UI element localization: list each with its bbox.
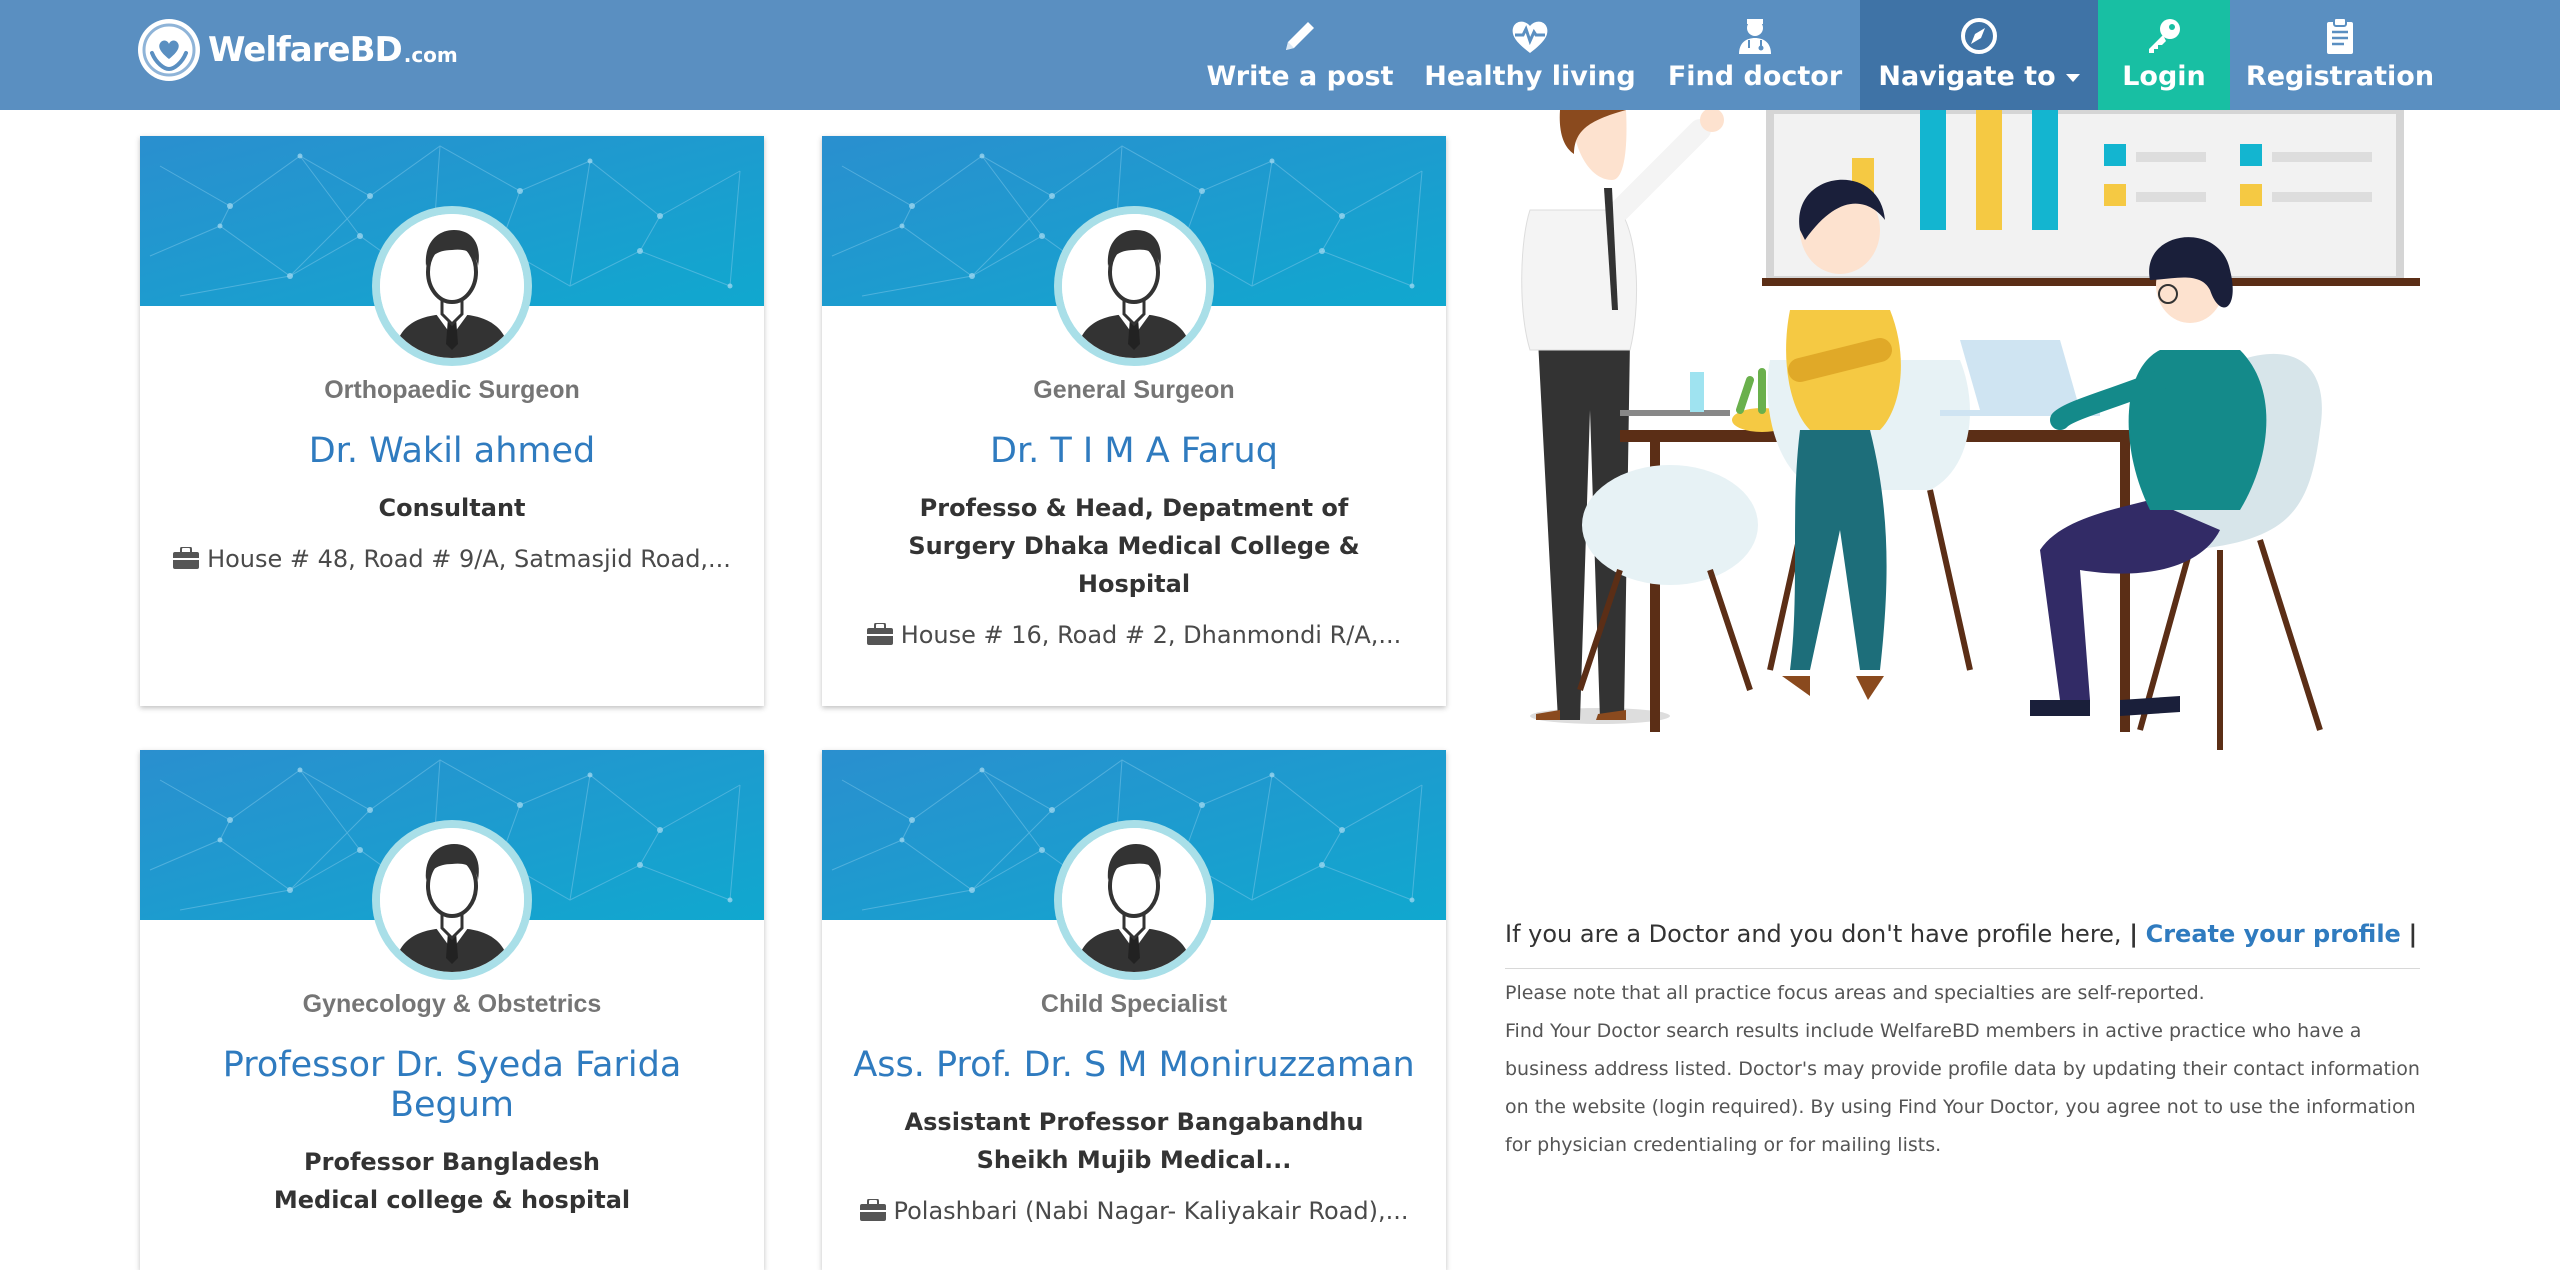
cta-separator: | — [2129, 920, 2138, 948]
cta-separator: | — [2408, 920, 2418, 948]
nav-write-post[interactable]: Write a post — [1200, 0, 1400, 110]
avatar — [372, 206, 532, 366]
office-meeting-illustration — [1521, 110, 2420, 750]
pencil-icon — [1279, 15, 1321, 57]
compass-icon — [1958, 15, 2000, 57]
doctor-designation: Professor Bangladesh Medical college & h… — [273, 1148, 631, 1214]
disclaimer-line-1: Please note that all practice focus area… — [1505, 982, 2205, 1004]
nav-registration[interactable]: Registration — [2240, 0, 2440, 110]
create-profile-prompt: If you are a Doctor and you don't have p… — [1505, 920, 2420, 969]
doctor-specialty: Orthopaedic Surgeon — [324, 376, 580, 404]
heartbeat-icon — [1509, 15, 1551, 57]
doctor-address: House # 16, Road # 2, Dhanmondi R/A,... — [842, 621, 1426, 649]
avatar — [1054, 820, 1214, 980]
self-reported-disclaimer: Please note that all practice focus area… — [1505, 974, 2420, 1164]
avatar — [372, 820, 532, 980]
doctor-card[interactable]: Gynecology & Obstetrics Professor Dr. Sy… — [140, 750, 764, 1270]
doctor-name-link[interactable]: Professor Dr. Syeda Farida Begum — [160, 1045, 744, 1125]
doctor-card[interactable]: General Surgeon Dr. T I M A Faruq Profes… — [822, 136, 1446, 706]
briefcase-icon — [867, 623, 893, 645]
doctor-address: Polashbari (Nabi Nagar- Kaliyakair Road)… — [842, 1197, 1426, 1225]
male-avatar-icon — [380, 214, 524, 358]
doctor-designation: Assistant Professor Bangabandhu Sheikh M… — [904, 1108, 1364, 1174]
nav-login[interactable]: Login — [2098, 0, 2230, 110]
doctor-card[interactable]: Child Specialist Ass. Prof. Dr. S M Moni… — [822, 750, 1446, 1270]
caret-down-icon — [2065, 73, 2080, 82]
doctor-name-link[interactable]: Ass. Prof. Dr. S M Moniruzzaman — [842, 1045, 1426, 1085]
nav-healthy-living-label: Healthy living — [1424, 61, 1636, 92]
nav-login-label: Login — [2122, 61, 2206, 92]
male-avatar-icon — [1062, 828, 1206, 972]
nav-healthy-living[interactable]: Healthy living — [1420, 0, 1640, 110]
navigate-to-text: Navigate to — [1878, 61, 2056, 92]
doctor-card[interactable]: Orthopaedic Surgeon Dr. Wakil ahmed Cons… — [140, 136, 764, 706]
disclaimer-line-2: Find Your Doctor search results include … — [1505, 1020, 2420, 1156]
briefcase-icon — [173, 547, 199, 569]
avatar — [1054, 206, 1214, 366]
nav-write-post-label: Write a post — [1206, 61, 1394, 92]
clipboard-icon — [2319, 15, 2361, 57]
navbar: WelfareBD .com Write a post Healthy livi… — [0, 0, 2560, 110]
doctor-address: House # 48, Road # 9/A, Satmasjid Road,.… — [160, 545, 744, 573]
briefcase-icon — [860, 1199, 886, 1221]
doctor-address-text: House # 48, Road # 9/A, Satmasjid Road,.… — [207, 545, 731, 573]
nav-find-doctor[interactable]: Find doctor — [1665, 0, 1845, 110]
doctor-address-text: Polashbari (Nabi Nagar- Kaliyakair Road)… — [893, 1197, 1409, 1225]
doctor-specialty: Child Specialist — [1040, 990, 1228, 1018]
doctor-designation: Consultant — [378, 494, 526, 522]
brand-logo[interactable]: WelfareBD .com — [138, 18, 458, 82]
doctor-specialty: Gynecology & Obstetrics — [302, 990, 602, 1018]
doctor-designation: Professo & Head, Depatment of Surgery Dh… — [908, 494, 1360, 598]
brand-suffix: .com — [403, 43, 458, 67]
doctor-address-text: House # 16, Road # 2, Dhanmondi R/A,... — [900, 621, 1402, 649]
nav-registration-label: Registration — [2245, 61, 2435, 92]
nav-navigate-to-label: Navigate to — [1878, 61, 2080, 92]
doctor-name-link[interactable]: Dr. T I M A Faruq — [842, 431, 1426, 471]
create-profile-link[interactable]: Create your profile — [2146, 920, 2401, 948]
male-avatar-icon — [380, 828, 524, 972]
brand-name: WelfareBD — [208, 30, 403, 70]
cta-prompt-text: If you are a Doctor and you don't have p… — [1505, 920, 2122, 948]
nav-navigate-to-dropdown[interactable]: Navigate to — [1860, 0, 2098, 110]
heart-hands-logo-icon — [138, 19, 200, 81]
nav-find-doctor-label: Find doctor — [1667, 61, 1843, 92]
key-icon — [2143, 15, 2185, 57]
doctor-icon — [1734, 15, 1776, 57]
male-avatar-icon — [1062, 214, 1206, 358]
doctor-name-link[interactable]: Dr. Wakil ahmed — [160, 431, 744, 471]
doctor-specialty: General Surgeon — [1033, 376, 1235, 404]
